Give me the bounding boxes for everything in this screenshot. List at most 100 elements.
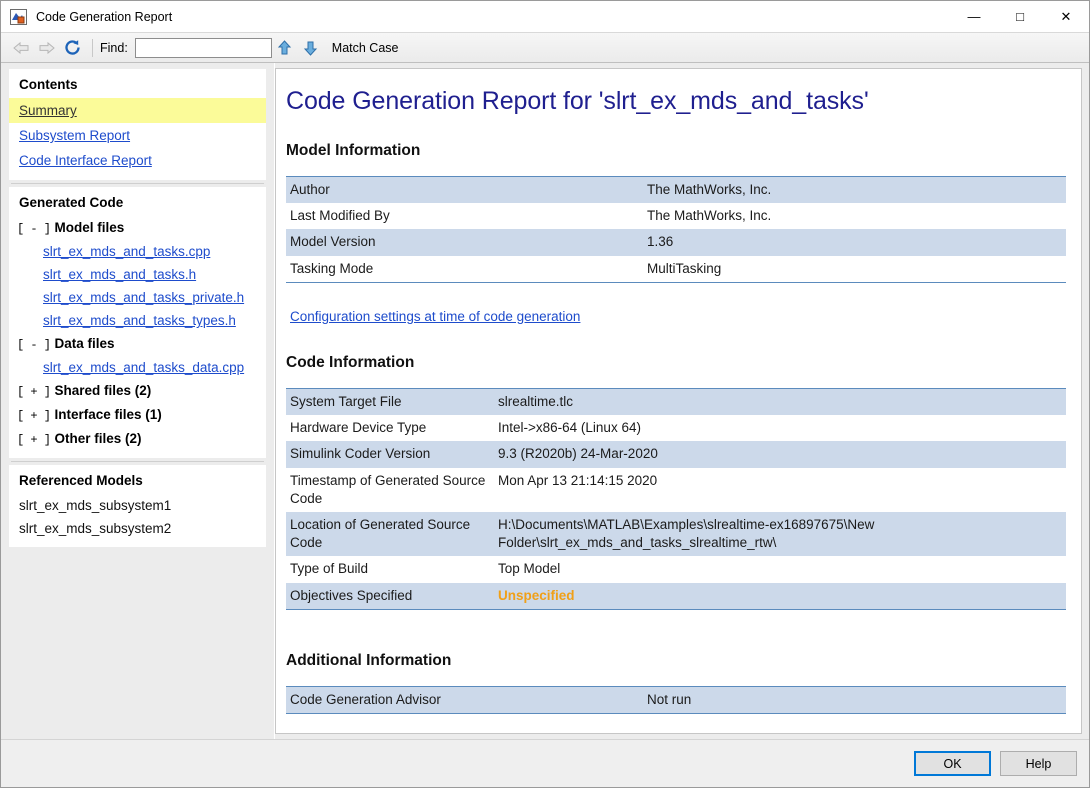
sidebar: Contents Summary Subsystem Report Code I… [1, 63, 275, 739]
table-row: Location of Generated Source Code H:\Doc… [286, 511, 1066, 557]
row-value: MultiTasking [643, 255, 1066, 283]
row-key: Simulink Coder Version [286, 441, 494, 468]
content-pane-wrapper: Code Generation Report for 'slrt_ex_mds_… [275, 63, 1089, 739]
tree-group-other-files[interactable]: [ + ] Other files (2) [9, 427, 266, 451]
row-value: slrealtime.tlc [494, 388, 1066, 416]
window-body: Contents Summary Subsystem Report Code I… [1, 63, 1089, 739]
minimize-button[interactable]: — [951, 1, 997, 32]
row-key: Tasking Mode [286, 255, 643, 283]
row-value: Not run [643, 686, 1066, 714]
table-row: Author The MathWorks, Inc. [286, 176, 1066, 204]
tree-group-label: Interface files (1) [54, 407, 162, 422]
tree-file-model-1[interactable]: slrt_ex_mds_and_tasks.h [9, 263, 266, 286]
table-row: Timestamp of Generated Source Code Mon A… [286, 467, 1066, 512]
sidebar-item-subsystem-report[interactable]: Subsystem Report [9, 123, 266, 148]
contents-heading: Contents [19, 77, 78, 92]
model-information-heading: Model Information [286, 142, 421, 159]
tree-file-model-3[interactable]: slrt_ex_mds_and_tasks_types.h [9, 309, 266, 332]
tree-group-label: Model files [54, 220, 125, 235]
row-key: Model Version [286, 229, 643, 256]
contents-panel: Contents Summary Subsystem Report Code I… [9, 69, 266, 180]
status-badge: Unspecified [494, 582, 1066, 610]
code-information-table: System Target File slrealtime.tlc Hardwa… [286, 387, 1066, 610]
window-controls: — □ ✕ [951, 1, 1089, 32]
row-key: System Target File [286, 388, 494, 416]
row-value: Intel->x86-64 (Linux 64) [494, 415, 1066, 442]
sidebar-divider-2 [9, 458, 266, 465]
expand-toggle-icon[interactable]: [ + ] [17, 409, 51, 423]
additional-information-table: Code Generation Advisor Not run [286, 685, 1066, 715]
find-label: Find: [100, 40, 128, 55]
maximize-button[interactable]: □ [997, 1, 1043, 32]
row-value: The MathWorks, Inc. [643, 203, 1066, 230]
row-value: Mon Apr 13 21:14:15 2020 [494, 467, 1066, 512]
window-title: Code Generation Report [36, 9, 173, 24]
configuration-settings-link[interactable]: Configuration settings at time of code g… [290, 309, 580, 324]
tree-file-model-0[interactable]: slrt_ex_mds_and_tasks.cpp [9, 240, 266, 263]
referenced-model-0[interactable]: slrt_ex_mds_subsystem1 [9, 494, 266, 517]
ok-button[interactable]: OK [914, 751, 991, 776]
row-value: The MathWorks, Inc. [643, 176, 1066, 204]
tree-group-interface-files[interactable]: [ + ] Interface files (1) [9, 403, 266, 427]
table-row: Tasking Mode MultiTasking [286, 255, 1066, 283]
expand-toggle-icon[interactable]: [ + ] [17, 433, 51, 447]
table-row: Hardware Device Type Intel->x86-64 (Linu… [286, 415, 1066, 442]
code-information-heading: Code Information [286, 353, 415, 371]
report-window-icon [10, 8, 27, 25]
tree-group-label: Shared files (2) [54, 383, 152, 398]
forward-arrow-icon[interactable] [35, 36, 59, 60]
expand-toggle-icon[interactable]: [ + ] [17, 385, 51, 399]
referenced-models-panel: Referenced Models slrt_ex_mds_subsystem1… [9, 465, 266, 547]
report-content: Code Generation Report for 'slrt_ex_mds_… [275, 68, 1082, 734]
toolbar: Find: Match Case [1, 32, 1089, 63]
collapse-toggle-icon[interactable]: [ - ] [17, 338, 51, 352]
help-button[interactable]: Help [1000, 751, 1077, 776]
dialog-footer: OK Help [1, 739, 1089, 787]
page-title: Code Generation Report for 'slrt_ex_mds_… [286, 87, 869, 115]
model-information-table: Author The MathWorks, Inc. Last Modified… [286, 176, 1066, 283]
row-value: Top Model [494, 556, 1066, 583]
sidebar-item-summary[interactable]: Summary [9, 98, 266, 123]
tree-group-label: Other files (2) [54, 431, 142, 446]
tree-group-model-files[interactable]: [ - ] Model files [9, 216, 266, 240]
tree-group-data-files[interactable]: [ - ] Data files [9, 332, 266, 356]
tree-group-label: Data files [54, 336, 115, 351]
close-button[interactable]: ✕ [1043, 1, 1089, 32]
row-key: Objectives Specified [286, 582, 494, 610]
table-row: Simulink Coder Version 9.3 (R2020b) 24-M… [286, 441, 1066, 468]
up-arrow-icon[interactable] [272, 36, 298, 60]
additional-information-heading: Additional Information [286, 651, 452, 669]
row-value: 1.36 [643, 229, 1066, 256]
row-key: Type of Build [286, 556, 494, 583]
generated-code-panel: Generated Code [ - ] Model files slrt_ex_… [9, 187, 266, 458]
back-arrow-icon[interactable] [9, 36, 33, 60]
collapse-toggle-icon[interactable]: [ - ] [17, 222, 51, 236]
match-case-label[interactable]: Match Case [332, 41, 399, 55]
row-key: Last Modified By [286, 203, 643, 230]
sidebar-item-code-interface-report[interactable]: Code Interface Report [9, 148, 266, 173]
down-arrow-icon[interactable] [298, 36, 324, 60]
table-row: System Target File slrealtime.tlc [286, 388, 1066, 416]
table-row: Objectives Specified Unspecified [286, 582, 1066, 610]
row-key: Author [286, 176, 643, 204]
table-row: Model Version 1.36 [286, 229, 1066, 256]
referenced-model-1[interactable]: slrt_ex_mds_subsystem2 [9, 517, 266, 540]
title-bar: Code Generation Report — □ ✕ [1, 1, 1089, 32]
row-key: Hardware Device Type [286, 415, 494, 442]
refresh-icon[interactable] [61, 36, 85, 60]
sidebar-divider-1 [9, 180, 266, 187]
tree-file-data-0[interactable]: slrt_ex_mds_and_tasks_data.cpp [9, 356, 266, 379]
tree-group-shared-files[interactable]: [ + ] Shared files (2) [9, 379, 266, 403]
table-row: Last Modified By The MathWorks, Inc. [286, 203, 1066, 230]
tree-file-model-2[interactable]: slrt_ex_mds_and_tasks_private.h [9, 286, 266, 309]
table-row: Type of Build Top Model [286, 556, 1066, 583]
code-generation-report-window: Code Generation Report — □ ✕ Find: Match… [0, 0, 1090, 788]
referenced-models-heading: Referenced Models [19, 473, 143, 488]
toolbar-separator [92, 38, 93, 57]
find-input[interactable] [134, 37, 272, 58]
table-row: Code Generation Advisor Not run [286, 686, 1066, 714]
row-key: Timestamp of Generated Source Code [286, 467, 494, 512]
row-key: Location of Generated Source Code [286, 511, 494, 557]
row-value: 9.3 (R2020b) 24-Mar-2020 [494, 441, 1066, 468]
